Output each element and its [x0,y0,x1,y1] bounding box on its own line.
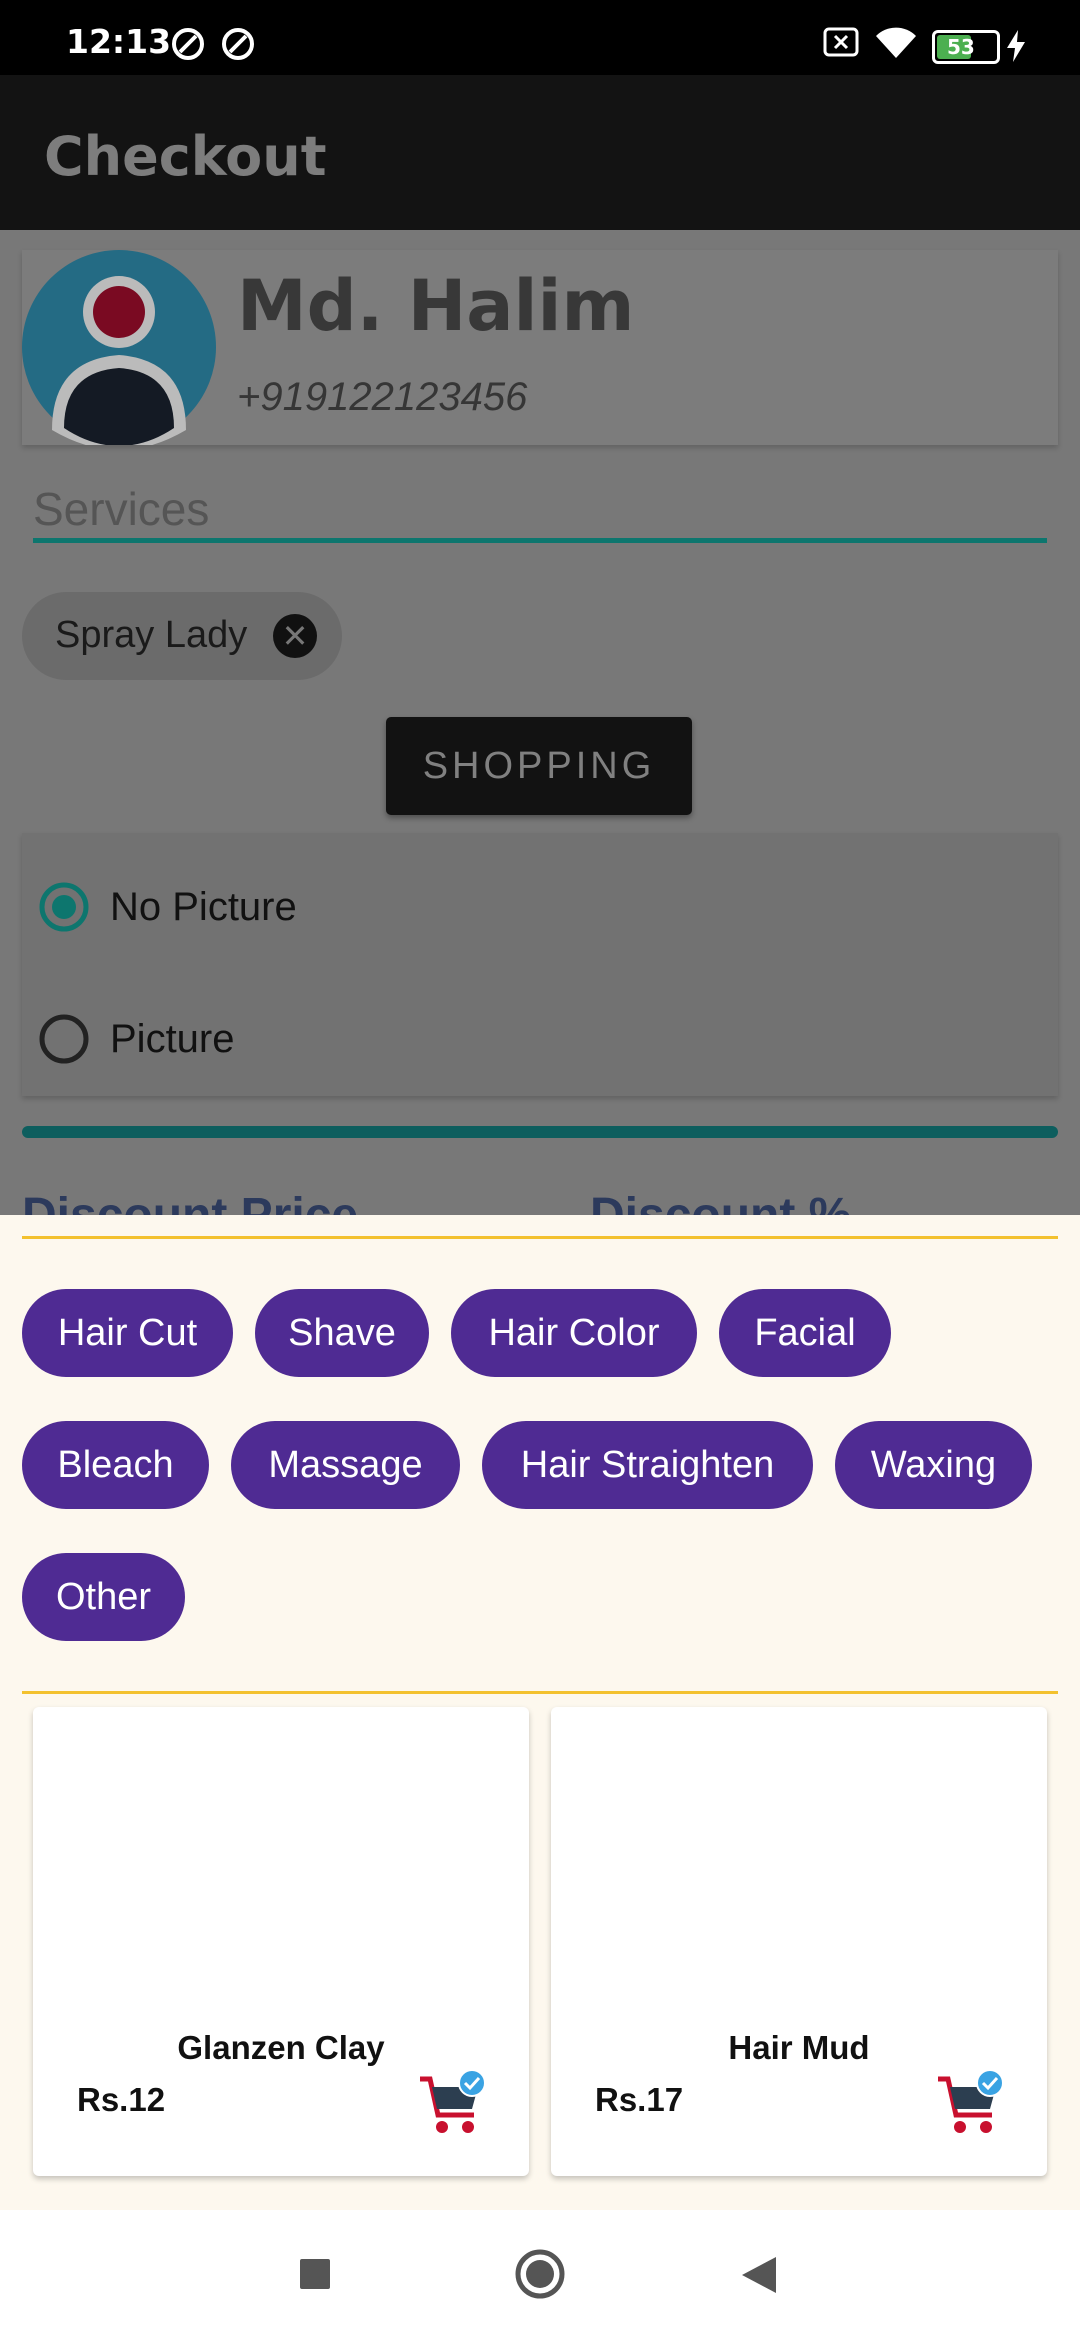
product-price: Rs.12 [77,2081,166,2118]
product-name: Hair Mud [728,2029,870,2066]
shopping-button[interactable]: SHOPPING [386,717,692,815]
radio-label: Picture [110,1017,235,1061]
status-bar: 12:13 53 [0,0,1080,75]
services-input[interactable] [33,480,1047,543]
category-hair-color[interactable]: Hair Color [451,1289,697,1377]
category-massage[interactable]: Massage [231,1421,460,1509]
product-card[interactable]: Glanzen Clay Rs.12 [33,1707,529,2176]
product-name: Glanzen Clay [177,2029,385,2066]
sync-icon [172,28,204,60]
recents-icon[interactable] [298,2257,332,2291]
wifi-icon [876,27,916,58]
battery-level: 53 [947,35,975,59]
picture-options: No Picture Picture [22,833,1058,1096]
product-price: Rs.17 [595,2081,684,2118]
customer-name: Md. Halim [237,265,635,347]
add-to-cart-icon[interactable] [936,2069,1006,2135]
app-bar: Checkout [0,75,1080,230]
category-bleach[interactable]: Bleach [22,1421,209,1509]
category-waxing[interactable]: Waxing [835,1421,1032,1509]
category-hair-cut[interactable]: Hair Cut [22,1289,233,1377]
category-shave[interactable]: Shave [255,1289,429,1377]
charging-icon [1007,30,1025,62]
category-other[interactable]: Other [22,1553,185,1641]
divider [22,1236,1058,1239]
navigation-bar [0,2210,1080,2340]
discount-price-label: Discount Price [22,1188,358,1215]
no-sim-icon [823,27,859,57]
product-card[interactable]: Hair Mud Rs.17 [551,1707,1047,2176]
add-to-cart-icon[interactable] [418,2069,488,2135]
radio-unselected-icon[interactable] [38,1013,90,1065]
customer-phone: +919122123456 [237,375,528,419]
divider [22,1691,1058,1694]
radio-label: No Picture [110,885,297,929]
customer-card: Md. Halim +919122123456 [22,250,1058,445]
progress-bar [22,1126,1058,1138]
avatar [22,250,216,445]
discount-percent-label: Discount % [590,1188,851,1215]
status-time: 12:13 [66,22,172,61]
back-icon[interactable] [740,2255,778,2295]
radio-selected-icon[interactable] [38,881,90,933]
checkout-form: Md. Halim +919122123456 Spray Lady ✕ SHO… [0,230,1080,1215]
page-title: Checkout [44,125,327,188]
sync-icon-2 [222,28,254,60]
home-icon[interactable] [514,2248,566,2300]
category-hair-straighten[interactable]: Hair Straighten [482,1421,813,1509]
service-chip[interactable]: Spray Lady ✕ [22,592,342,680]
close-icon[interactable]: ✕ [273,614,317,658]
service-chip-label: Spray Lady [55,614,248,656]
battery-icon: 53 [932,30,1000,64]
category-facial[interactable]: Facial [719,1289,891,1377]
